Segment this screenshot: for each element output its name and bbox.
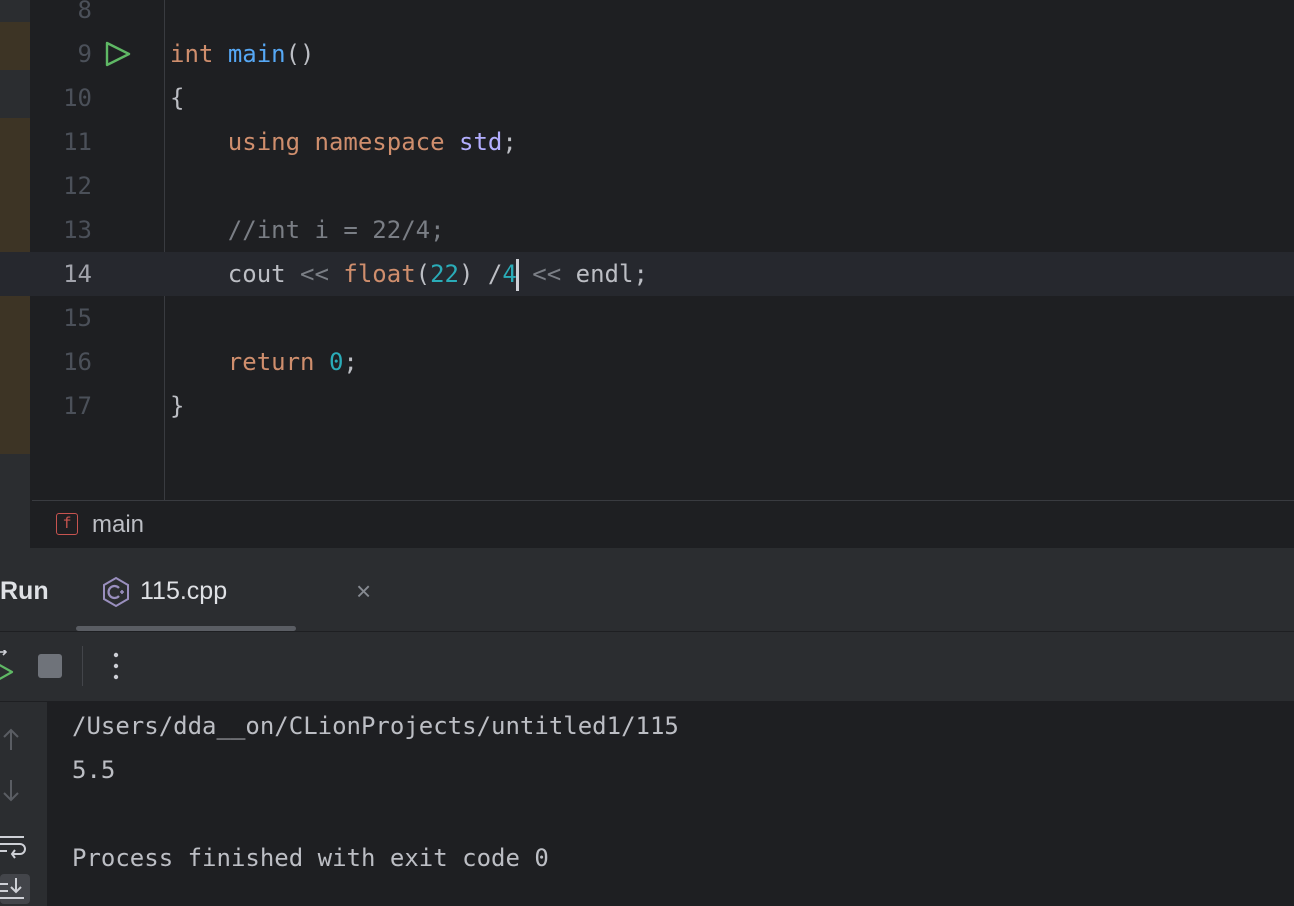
code-token: << xyxy=(532,260,562,288)
code-token: int xyxy=(170,40,214,68)
code-token: using xyxy=(227,128,301,156)
cpp-file-icon xyxy=(103,576,129,608)
line-number: 11 xyxy=(63,128,92,156)
console-side-toolbar xyxy=(0,702,48,906)
code-line[interactable]: 15 xyxy=(0,296,1294,340)
close-tab-icon[interactable]: × xyxy=(356,566,371,616)
code-line[interactable]: 14 cout << float(22) /4 << endl; xyxy=(0,252,1294,296)
code-token: namespace xyxy=(314,128,445,156)
code-line[interactable]: 16 return 0; xyxy=(0,340,1294,384)
code-token: main xyxy=(227,40,286,68)
code-text[interactable]: using namespace std; xyxy=(170,120,517,164)
code-text[interactable]: int main() xyxy=(170,32,315,76)
code-text[interactable]: cout << float(22) /4 << endl; xyxy=(170,252,648,296)
scroll-down-icon[interactable] xyxy=(0,776,30,806)
code-line[interactable]: 9 int main() xyxy=(0,32,1294,76)
line-number: 17 xyxy=(63,392,92,420)
code-token: ; xyxy=(633,260,648,288)
line-number: 12 xyxy=(63,172,92,200)
code-line[interactable]: 13 //int i = 22/4; xyxy=(0,208,1294,252)
console-line: /Users/dda__on/CLionProjects/untitled1/1… xyxy=(72,712,679,740)
code-line[interactable]: 17} xyxy=(0,384,1294,428)
rerun-icon[interactable] xyxy=(0,650,16,682)
line-number: 16 xyxy=(63,348,92,376)
code-text[interactable]: return 0; xyxy=(170,340,358,384)
code-token: { xyxy=(170,84,185,112)
console-line: 5.5 xyxy=(72,756,116,784)
code-token: ; xyxy=(502,128,517,156)
code-text[interactable]: //int i = 22/4; xyxy=(170,208,445,252)
more-options-icon[interactable] xyxy=(104,648,128,684)
line-number: 14 xyxy=(63,260,92,288)
function-icon: f xyxy=(56,513,78,535)
scroll-to-end-icon[interactable] xyxy=(0,874,30,904)
line-number: 8 xyxy=(77,0,92,24)
code-token: ; xyxy=(343,348,358,376)
code-token: //int i = 22/4; xyxy=(227,216,445,244)
run-window-title: Run xyxy=(0,577,49,605)
code-token: endl xyxy=(575,260,634,288)
console-output[interactable]: /Users/dda__on/CLionProjects/untitled1/1… xyxy=(48,702,1294,906)
left-tool-strip-lower xyxy=(0,500,30,548)
line-number: 13 xyxy=(63,216,92,244)
active-tab-indicator xyxy=(76,626,296,631)
code-token: float xyxy=(343,260,416,288)
code-token: ( xyxy=(415,260,431,288)
breadcrumb[interactable]: f main xyxy=(32,500,1294,548)
run-toolbar xyxy=(0,632,1294,702)
code-token: 4 xyxy=(502,260,517,288)
code-token: } xyxy=(170,392,185,420)
line-number: 9 xyxy=(77,40,92,68)
clion-window: 8 9 int main() 10{11 using namespace std; 12… xyxy=(0,0,1294,906)
code-lines[interactable]: 8 9 int main() 10 {11 using namespace std; 12… xyxy=(0,0,1294,428)
code-token: << xyxy=(300,260,329,288)
breadcrumb-item-main[interactable]: main xyxy=(92,501,144,549)
toolbar-separator xyxy=(82,646,83,686)
code-token: () xyxy=(285,40,315,68)
code-line[interactable]: 12 xyxy=(0,164,1294,208)
stop-icon[interactable] xyxy=(38,654,62,678)
run-tool-window-header: Run 115.cpp × xyxy=(0,548,1294,632)
code-line[interactable]: 11 using namespace std; xyxy=(0,120,1294,164)
code-text[interactable]: { xyxy=(170,76,184,120)
scroll-up-icon[interactable] xyxy=(0,724,30,754)
code-token: ) / xyxy=(459,260,503,288)
console-line: Process finished with exit code 0 xyxy=(72,844,549,872)
code-line[interactable]: 10 { xyxy=(0,76,1294,120)
code-token: return xyxy=(227,348,315,376)
code-token: std xyxy=(459,128,503,156)
code-editor[interactable]: 8 9 int main() 10 {11 using namespace std; 12… xyxy=(0,0,1294,500)
soft-wrap-icon[interactable] xyxy=(0,830,30,860)
run-icon[interactable] xyxy=(104,41,132,67)
code-token: cout xyxy=(227,260,286,288)
code-token: 0 xyxy=(328,348,344,376)
code-token: 22 xyxy=(430,260,460,288)
run-tab-label: 115.cpp xyxy=(140,577,228,605)
code-text[interactable]: } xyxy=(170,384,184,428)
code-line[interactable]: 8 xyxy=(0,0,1294,32)
line-number: 15 xyxy=(63,304,92,332)
line-number: 10 xyxy=(63,84,92,112)
